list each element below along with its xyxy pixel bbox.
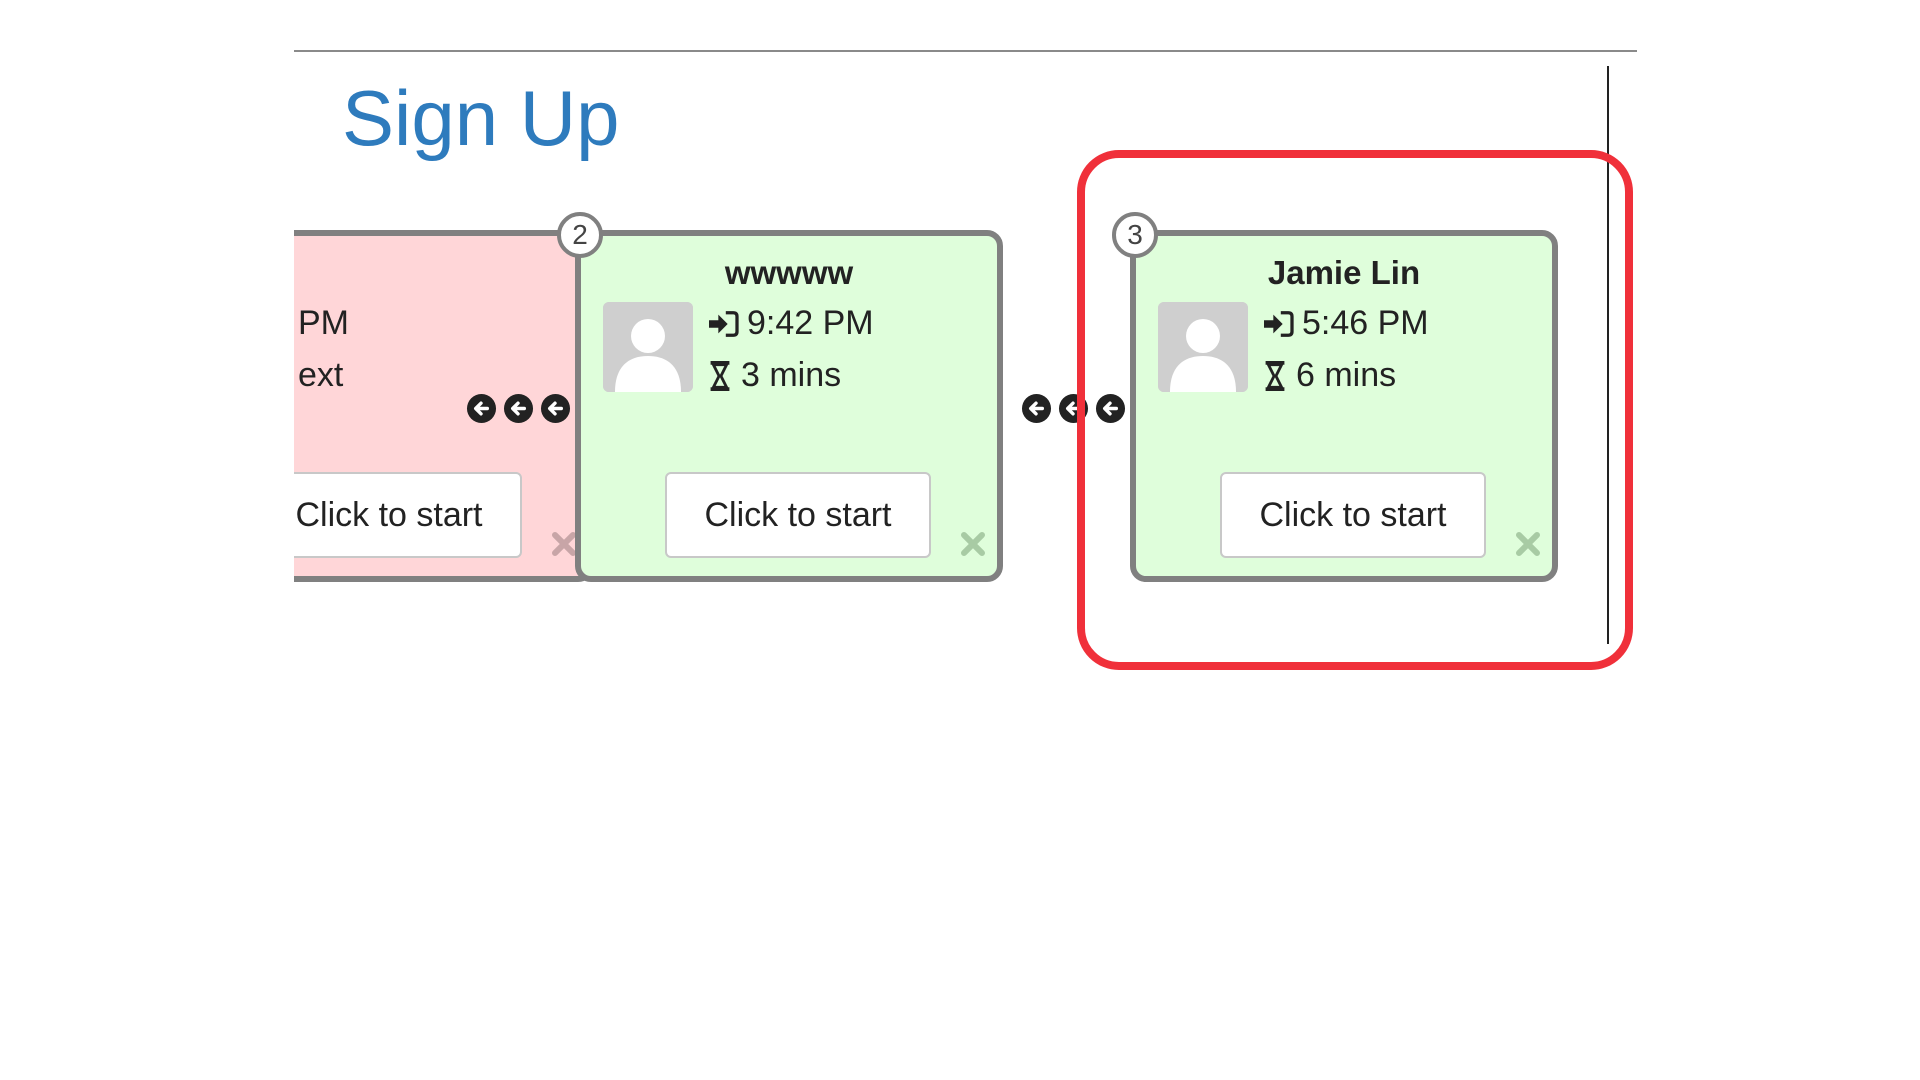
- hourglass-icon: [707, 360, 733, 392]
- sign-in-icon: [1262, 310, 1294, 338]
- card-duration: 3 mins: [707, 356, 841, 395]
- click-to-start-button[interactable]: Click to start: [1220, 472, 1486, 558]
- arrow-circle-left-icon: [466, 393, 497, 424]
- card-duration: 6 mins: [1262, 356, 1396, 395]
- card-time: PM: [298, 304, 349, 343]
- page-title: Sign Up: [342, 74, 620, 162]
- top-divider: [294, 50, 1637, 52]
- queue-strip: PM ext Click to start 2 wwwww 9:42 PM 3 …: [294, 200, 1607, 620]
- close-icon[interactable]: [1514, 530, 1542, 558]
- card-name: wwwww: [724, 254, 854, 291]
- position-badge: 2: [557, 212, 603, 258]
- arrow-circle-left-icon: [503, 393, 534, 424]
- arrow-circle-left-icon: [1095, 393, 1126, 424]
- card-time-text: PM: [298, 304, 349, 342]
- card-time-text: 9:42 PM: [747, 304, 874, 342]
- card-duration: ext: [298, 356, 343, 395]
- connector-arrows: [1021, 393, 1126, 424]
- user-placeholder-icon: [1158, 302, 1248, 392]
- avatar: [1158, 302, 1248, 392]
- queue-card-3: 3 Jamie Lin 5:46 PM 6 mins Click to star…: [1112, 212, 1558, 582]
- queue-card-2: 2 wwwww 9:42 PM 3 mins Click to start: [557, 212, 1003, 582]
- card-time: 5:46 PM: [1262, 304, 1429, 343]
- card-time: 9:42 PM: [707, 304, 874, 343]
- click-to-start-button[interactable]: Click to start: [294, 472, 522, 558]
- user-placeholder-icon: [603, 302, 693, 392]
- position-badge: 3: [1112, 212, 1158, 258]
- click-to-start-button[interactable]: Click to start: [665, 472, 931, 558]
- close-icon[interactable]: [959, 530, 987, 558]
- card-time-text: 5:46 PM: [1302, 304, 1429, 342]
- card-name: Jamie Lin: [1267, 254, 1421, 291]
- card-duration-text: 3 mins: [741, 356, 842, 394]
- sign-in-icon: [707, 310, 739, 338]
- connector-arrows: [466, 393, 571, 424]
- card-duration-text: 6 mins: [1296, 356, 1397, 394]
- right-edge-line: [1607, 66, 1609, 644]
- card-duration-text: ext: [298, 356, 344, 394]
- arrow-circle-left-icon: [1058, 393, 1089, 424]
- hourglass-icon: [1262, 360, 1288, 392]
- avatar: [603, 302, 693, 392]
- close-icon[interactable]: [550, 530, 578, 558]
- arrow-circle-left-icon: [540, 393, 571, 424]
- arrow-circle-left-icon: [1021, 393, 1052, 424]
